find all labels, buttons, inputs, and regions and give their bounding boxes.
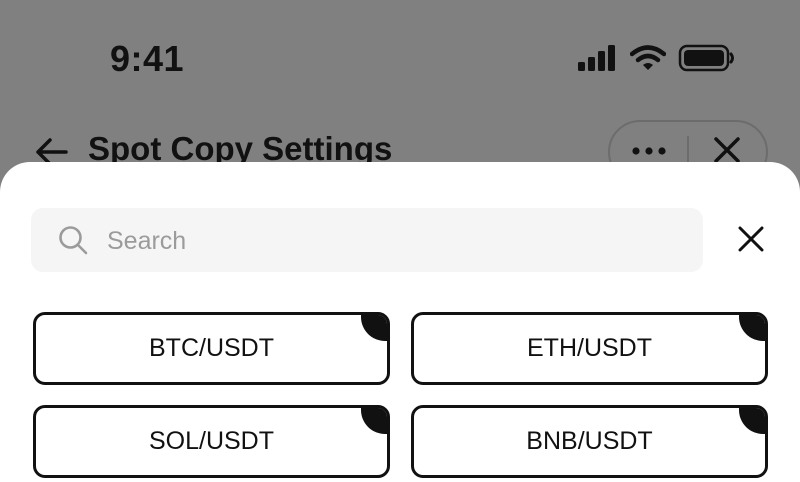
pair-label: BTC/USDT [149, 334, 274, 362]
pair-label: BNB/USDT [526, 427, 653, 455]
pair-label: ETH/USDT [527, 334, 652, 362]
pair-grid: BTC/USDT ETH/USDT SOL/USDT BNB/USDT [33, 312, 769, 478]
signal-icon [578, 45, 618, 76]
selected-corner-icon [739, 315, 765, 341]
pair-chip-btc-usdt[interactable]: BTC/USDT [33, 312, 390, 385]
wifi-icon [629, 45, 667, 76]
selected-corner-icon [739, 408, 765, 434]
pair-chip-sol-usdt[interactable]: SOL/USDT [33, 405, 390, 478]
status-time: 9:41 [110, 38, 185, 79]
close-icon [737, 225, 765, 258]
status-icons [578, 44, 736, 77]
bottom-sheet: BTC/USDT ETH/USDT SOL/USDT BNB/USDT [0, 162, 800, 482]
selected-corner-icon [361, 408, 387, 434]
selected-corner-icon [361, 315, 387, 341]
search-box[interactable] [31, 208, 703, 274]
battery-icon [678, 44, 736, 77]
close-sheet-button[interactable] [732, 222, 770, 260]
pair-label: SOL/USDT [148, 427, 275, 455]
search-icon [58, 225, 88, 255]
status-bar: 9:41 [0, 0, 800, 110]
search-input[interactable] [105, 208, 689, 274]
pair-chip-eth-usdt[interactable]: ETH/USDT [411, 312, 768, 385]
more-icon [631, 143, 667, 161]
pair-chip-bnb-usdt[interactable]: BNB/USDT [411, 405, 768, 478]
